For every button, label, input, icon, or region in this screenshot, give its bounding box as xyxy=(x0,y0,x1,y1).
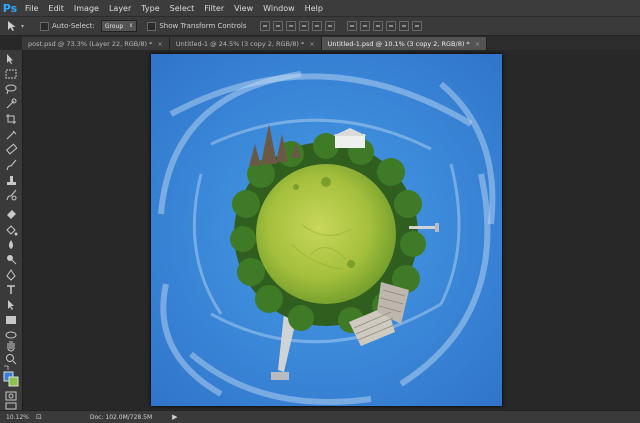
move-tool-icon[interactable] xyxy=(7,54,13,64)
move-tool-icon xyxy=(8,21,16,31)
background-color-swatch[interactable] xyxy=(8,376,19,387)
rectangle-tool-icon[interactable] xyxy=(6,316,16,324)
auto-select-value: Group xyxy=(104,22,124,30)
auto-select-dropdown[interactable]: Group ⇕ xyxy=(100,20,138,32)
menu-image[interactable]: Image xyxy=(69,4,104,13)
tool-preset-picker[interactable]: ▾ xyxy=(6,19,30,33)
auto-select-checkbox[interactable] xyxy=(40,21,49,31)
menu-type[interactable]: Type xyxy=(136,4,164,13)
menu-file[interactable]: File xyxy=(20,4,43,13)
align-buttons xyxy=(260,21,423,31)
document-canvas[interactable] xyxy=(151,54,502,406)
menu-select[interactable]: Select xyxy=(165,4,200,13)
menu-edit[interactable]: Edit xyxy=(43,4,69,13)
status-bar: 10.12% ⊡ Doc: 102.0M/728.5M ▶ xyxy=(0,410,640,423)
quick-mask-icon[interactable] xyxy=(5,391,17,401)
close-icon[interactable]: × xyxy=(157,40,162,48)
pen-tool-icon[interactable] xyxy=(6,269,16,281)
eyedropper-tool-icon[interactable] xyxy=(6,130,17,140)
3d-rotate-tool-icon[interactable] xyxy=(5,331,17,339)
photoshop-logo: Ps xyxy=(2,1,18,15)
clone-stamp-tool-icon[interactable] xyxy=(7,176,16,185)
quick-select-tool-icon[interactable] xyxy=(6,98,17,109)
close-icon[interactable]: × xyxy=(475,40,480,48)
distribute-hcenter-icon[interactable] xyxy=(399,21,410,31)
path-selection-tool-icon[interactable] xyxy=(8,300,14,310)
align-right-icon[interactable] xyxy=(325,21,336,31)
menu-filter[interactable]: Filter xyxy=(199,4,229,13)
blur-tool-icon[interactable] xyxy=(9,240,13,249)
close-icon[interactable]: × xyxy=(309,40,314,48)
align-hcenter-icon[interactable] xyxy=(312,21,323,31)
transform-controls-control[interactable]: Show Transform Controls xyxy=(147,21,247,31)
auto-select-control[interactable]: Auto-Select: xyxy=(40,21,95,31)
menu-view[interactable]: View xyxy=(229,4,258,13)
screen-mode-icon[interactable] xyxy=(5,402,17,410)
lasso-tool-icon[interactable] xyxy=(5,84,17,95)
paint-bucket-tool-icon[interactable] xyxy=(6,225,18,236)
tab-label: Untitled-1 @ 24.5% (3 copy 2, RGB/8) * xyxy=(175,39,305,48)
status-menu-arrow[interactable]: ▶ xyxy=(172,413,177,421)
tab-untitled-1-psb[interactable]: Untitled-1 @ 24.5% (3 copy 2, RGB/8) * × xyxy=(169,37,322,50)
zoom-tool-icon[interactable] xyxy=(6,354,17,365)
distribute-left-icon[interactable] xyxy=(386,21,397,31)
menu-layer[interactable]: Layer xyxy=(104,4,136,13)
tab-untitled-1-psd[interactable]: Untitled-1.psd @ 10.1% (3 copy 2, RGB/8)… xyxy=(321,37,488,50)
distribute-right-icon[interactable] xyxy=(412,21,423,31)
eraser-tool-icon[interactable] xyxy=(7,210,16,219)
tiny-planet-image xyxy=(151,54,502,406)
align-left-icon[interactable] xyxy=(299,21,310,31)
tab-post[interactable]: post.psd @ 73.3% (Layer 22, RGB/8) * × xyxy=(22,37,170,50)
history-brush-tool-icon[interactable] xyxy=(6,189,17,201)
tools-panel xyxy=(0,50,23,410)
document-tabs: post.psd @ 73.3% (Layer 22, RGB/8) * × U… xyxy=(22,36,640,50)
tab-label: post.psd @ 73.3% (Layer 22, RGB/8) * xyxy=(28,39,153,48)
options-bar: ▾ Auto-Select: Group ⇕ Show Transform Co… xyxy=(0,16,640,36)
align-top-icon[interactable] xyxy=(260,21,271,31)
chevron-down-icon: ▾ xyxy=(21,22,25,30)
menu-bar: Ps File Edit Image Layer Type Select Fil… xyxy=(0,0,640,16)
zoom-icon: ⊡ xyxy=(36,413,42,421)
menu-window[interactable]: Window xyxy=(258,4,300,13)
zoom-level[interactable]: 10.12% xyxy=(6,414,36,421)
swap-colors-icon[interactable] xyxy=(4,365,9,370)
transform-controls-checkbox[interactable] xyxy=(147,21,157,31)
type-tool-icon[interactable] xyxy=(7,285,15,294)
hand-tool-icon[interactable] xyxy=(7,341,15,352)
transform-controls-label: Show Transform Controls xyxy=(159,22,247,30)
align-vcenter-icon[interactable] xyxy=(273,21,284,31)
menu-help[interactable]: Help xyxy=(300,4,328,13)
align-bottom-icon[interactable] xyxy=(286,21,297,31)
tab-label: Untitled-1.psd @ 10.1% (3 copy 2, RGB/8)… xyxy=(327,39,470,48)
brush-tool-icon[interactable] xyxy=(6,159,17,171)
distribute-top-icon[interactable] xyxy=(347,21,358,31)
document-size: Doc: 102.0M/728.5M xyxy=(89,413,153,421)
marquee-tool-icon[interactable] xyxy=(5,69,17,79)
dodge-tool-icon[interactable] xyxy=(7,255,17,265)
healing-brush-tool-icon[interactable] xyxy=(5,143,18,155)
distribute-bottom-icon[interactable] xyxy=(373,21,384,31)
auto-select-label: Auto-Select: xyxy=(52,22,95,30)
crop-tool-icon[interactable] xyxy=(6,114,16,124)
chevron-updown-icon: ⇕ xyxy=(129,23,134,29)
distribute-vcenter-icon[interactable] xyxy=(360,21,371,31)
